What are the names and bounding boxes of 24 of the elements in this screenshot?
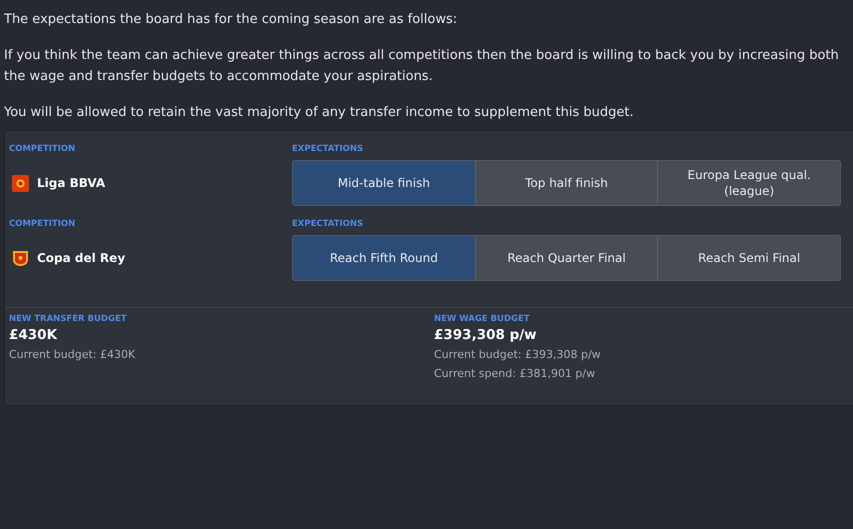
expectation-option[interactable]: Mid-table finish <box>293 161 475 205</box>
competition-name: Copa del Rey <box>37 251 126 265</box>
expectation-option[interactable]: Reach Fifth Round <box>293 236 475 280</box>
expectation-option[interactable]: Top half finish <box>474 161 658 205</box>
cup-badge-icon <box>12 250 29 266</box>
budget-heading: NEW WAGE BUDGET <box>434 314 531 324</box>
budget-value: £393,308 p/w <box>434 327 538 343</box>
competition-heading: COMPETITION <box>9 218 76 231</box>
expectations-heading: EXPECTATIONS <box>292 218 364 231</box>
intro-paragraph: You will be allowed to retain the vast majority of any transfer income to supplement this budget. <box>4 104 635 122</box>
expectation-option[interactable]: Europa League qual. (league) <box>657 161 840 205</box>
budget-value: £430K <box>9 327 58 343</box>
intro-paragraph: If you think the team can achieve greater things across all competitions then the board is willing to back you by increasing both the wage and transfer budgets to accommodate your aspirations. <box>4 47 840 86</box>
competition-name: Liga BBVA <box>37 176 106 190</box>
expectations-heading: EXPECTATIONS <box>292 143 364 156</box>
budget-detail: Current spend: £381,901 p/w <box>434 366 596 382</box>
intro-paragraph: The expectations the board has for the coming season are as follows: <box>4 11 458 29</box>
budget-detail: Current budget: £430K <box>9 347 136 363</box>
expectation-option[interactable]: Reach Semi Final <box>657 236 840 280</box>
budget-heading: NEW TRANSFER BUDGET <box>9 314 128 324</box>
league-badge-icon <box>12 174 29 192</box>
budget-detail: Current budget: £393,308 p/w <box>434 347 602 363</box>
expectation-option[interactable]: Reach Quarter Final <box>474 236 658 280</box>
competition-heading: COMPETITION <box>9 143 76 156</box>
